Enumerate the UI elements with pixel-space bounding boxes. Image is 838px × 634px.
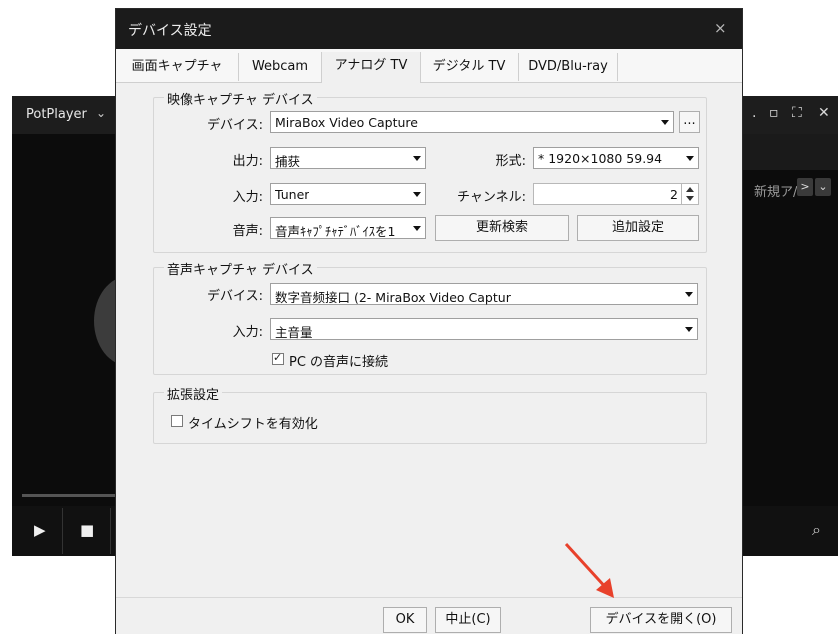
extended-settings-group: 拡張設定 タイムシフトを有効化 [153,384,707,444]
control-divider [62,508,63,554]
input-label: 入力: [232,190,263,205]
chevron-down-icon [685,327,693,332]
video-device-value: MiraBox Video Capture [275,115,418,130]
tab-dvd-bluray[interactable]: DVD/Blu-ray [519,53,618,81]
ok-button[interactable]: OK [383,607,427,633]
refresh-search-button[interactable]: 更新検索 [435,215,569,241]
timeshift-label: タイムシフトを有効化 [188,417,318,432]
seek-bar[interactable] [22,494,122,497]
fullscreen-icon[interactable]: ⛶ [792,105,802,121]
channel-value: 2 [670,187,678,202]
audio-capture-group: 音声キャプチャ デバイス デバイス: 数字音频接口 (2- MiraBox Vi… [153,259,707,375]
channel-stepper[interactable]: 2 [533,183,699,205]
tab-strip: 画面キャプチャ Webcam アナログ TV デジタル TV DVD/Blu-r… [116,49,742,83]
playlist-more-icon[interactable]: ⌄ [815,178,831,196]
audio-device-label: デバイス: [207,289,263,304]
video-group-title: 映像キャプチャ デバイス [164,89,317,108]
output-select[interactable]: 捕获 [270,147,426,169]
video-device-label: デバイス: [207,118,263,133]
chevron-down-icon [661,120,669,125]
playlist-next-icon[interactable]: > [797,178,813,196]
audio-value: 音声ｷｬﾌﾟﾁｬﾃﾞﾊﾞｲｽを1 [275,224,396,239]
tab-digital-tv[interactable]: デジタル TV [420,53,519,81]
spin-down-icon[interactable] [686,196,694,201]
format-select[interactable]: * 1920×1080 59.94 [533,147,699,169]
audio-label: 音声: [232,224,263,239]
audio-input-value: 主音量 [275,325,313,340]
pc-audio-label: PC の音声に接続 [289,355,389,370]
pc-audio-checkbox[interactable] [272,351,284,365]
audio-device-value: 数字音频接口 (2- MiraBox Video Captur [275,290,511,305]
spin-up-icon[interactable] [686,187,694,192]
video-device-select[interactable]: MiraBox Video Capture [270,111,674,133]
dialog-close-icon[interactable]: × [714,19,727,37]
audio-group-title: 音声キャプチャ デバイス [164,259,317,278]
potplayer-title[interactable]: PotPlayer [26,107,87,122]
browse-device-button[interactable]: ... [679,111,700,133]
video-capture-group: 映像キャプチャ デバイス デバイス: MiraBox Video Capture… [153,89,707,253]
dialog-title: デバイス設定 [128,23,212,39]
channel-label: チャンネル: [457,190,526,205]
playlist-new-tab[interactable]: 新規ア/ [754,181,797,200]
tab-screen-capture[interactable]: 画面キャプチャ [116,53,239,81]
search-icon[interactable]: ⌕ [812,520,821,540]
chevron-down-icon [413,192,421,197]
audio-input-label: 入力: [232,325,263,340]
dialog-footer: OK 中止(C) デバイスを開く(O) [116,597,742,634]
maximize-icon[interactable]: ▫ [769,105,779,121]
device-settings-dialog: デバイス設定 × 画面キャプチャ Webcam アナログ TV デジタル TV … [116,9,742,634]
timeshift-checkbox[interactable] [171,415,183,427]
format-value: * 1920×1080 59.94 [538,151,663,166]
chevron-down-icon [413,226,421,231]
cancel-button[interactable]: 中止(C) [435,607,501,633]
chevron-down-icon [686,156,694,161]
play-icon[interactable]: ▶ [34,521,46,539]
playlist-header [742,134,838,170]
output-label: 出力: [232,154,263,169]
output-value: 捕获 [275,154,301,169]
additional-settings-button[interactable]: 追加設定 [577,215,699,241]
extended-group-title: 拡張設定 [164,384,223,403]
input-select[interactable]: Tuner [270,183,426,205]
potplayer-menu-chevron-icon[interactable]: ⌄ [96,106,106,120]
annotation-arrow-icon [564,542,614,598]
open-device-button[interactable]: デバイスを開く(O) [590,607,732,633]
control-divider [110,508,111,554]
channel-spin-buttons[interactable] [681,184,698,204]
chevron-down-icon [685,292,693,297]
chevron-down-icon [413,156,421,161]
audio-input-select[interactable]: 主音量 [270,318,698,340]
minimize-icon[interactable]: . [752,105,756,121]
format-label: 形式: [495,154,526,169]
input-value: Tuner [275,187,310,202]
audio-select[interactable]: 音声ｷｬﾌﾟﾁｬﾃﾞﾊﾞｲｽを1 [270,217,426,239]
close-icon[interactable]: ✕ [818,105,830,121]
tab-analog-tv[interactable]: アナログ TV [321,52,421,83]
tab-webcam[interactable]: Webcam [239,53,322,81]
stop-icon[interactable]: ■ [80,521,94,539]
audio-device-select[interactable]: 数字音频接口 (2- MiraBox Video Captur [270,283,698,305]
dialog-titlebar: デバイス設定 × [116,9,742,49]
